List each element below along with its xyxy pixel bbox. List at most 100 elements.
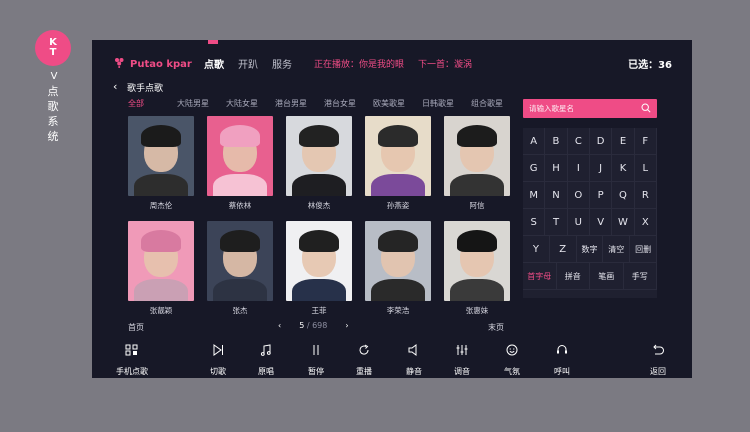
tool-label: 原唱 xyxy=(258,367,274,376)
keyboard-key[interactable]: G xyxy=(523,155,546,182)
singer-card[interactable]: 蔡依林 xyxy=(207,116,273,211)
skip-song-button[interactable]: 切歌 xyxy=(210,344,226,378)
category-tab[interactable]: 日韩歌星 xyxy=(422,98,471,109)
singer-name: 张杰 xyxy=(232,306,248,315)
category-tab[interactable]: 港台女星 xyxy=(324,98,373,109)
keyboard-key[interactable]: K xyxy=(612,155,635,182)
singer-card[interactable]: 阿信 xyxy=(444,116,510,211)
return-button[interactable]: 返回 xyxy=(650,344,666,378)
badge-letter-t: T xyxy=(49,47,57,58)
search-icon[interactable] xyxy=(641,103,651,113)
call-service-button[interactable]: 呼叫 xyxy=(554,344,570,378)
tool-label: 呼叫 xyxy=(554,367,570,376)
keyboard-key[interactable]: P xyxy=(589,182,613,209)
keyboard-key[interactable]: H xyxy=(545,155,568,182)
back-arrow-icon[interactable]: ‹ xyxy=(113,80,117,93)
mute-button[interactable]: 静音 xyxy=(406,344,422,378)
singer-name: 孙燕姿 xyxy=(386,201,410,210)
keyboard-key[interactable]: 笔画 xyxy=(590,263,624,290)
keyboard-key[interactable]: D xyxy=(589,128,613,155)
singer-card[interactable]: 孙燕姿 xyxy=(365,116,431,211)
now-playing-text: 正在播放：你是我的眼 xyxy=(314,60,405,70)
tune-icon xyxy=(456,345,468,355)
keyboard-key[interactable]: 拼音 xyxy=(556,263,590,290)
current-page: 5 xyxy=(299,321,305,330)
keyboard-key[interactable]: B xyxy=(545,128,568,155)
keyboard-row: ABCDEF xyxy=(523,128,657,155)
atmosphere-button[interactable]: 气氛 xyxy=(504,344,520,378)
keyboard-row: STUVWX xyxy=(523,209,657,236)
singer-card[interactable]: 王菲 xyxy=(286,221,352,316)
singer-search-box xyxy=(523,99,657,118)
singer-card[interactable]: 周杰伦 xyxy=(128,116,194,211)
page-indicator: 5 / 698 xyxy=(299,321,327,330)
last-page-button[interactable]: 末页 xyxy=(488,322,504,333)
next-page-icon[interactable]: › xyxy=(345,321,348,330)
side-char: 统 xyxy=(47,130,59,143)
selected-count[interactable]: 已选：36 xyxy=(628,56,672,71)
atmosphere-icon xyxy=(506,344,518,356)
category-tabs: 全部 大陆男星 大陆女星 港台男星 港台女星 欧美歌星 日韩歌星 组合歌星 xyxy=(128,98,520,109)
keyboard-key[interactable]: A xyxy=(523,128,546,155)
keyboard-key[interactable]: Y xyxy=(523,236,550,263)
pause-icon xyxy=(313,345,319,355)
keyboard-key[interactable]: 手写 xyxy=(623,263,657,290)
keyboard-key[interactable]: 首字母 xyxy=(523,263,557,290)
keyboard-key[interactable]: T xyxy=(545,209,568,236)
pagination: ‹ 5 / 698 › xyxy=(278,321,349,330)
side-title: 点 歌 系 统 xyxy=(44,84,62,144)
tool-label: 重播 xyxy=(356,367,372,376)
singer-photo xyxy=(286,116,352,196)
replay-button[interactable]: 重播 xyxy=(356,344,372,378)
keyboard-key[interactable]: R xyxy=(634,182,657,209)
category-tab[interactable]: 组合歌星 xyxy=(471,98,520,109)
keyboard-key[interactable]: 清空 xyxy=(603,236,631,263)
keyboard-key[interactable]: W xyxy=(612,209,635,236)
keyboard-key[interactable]: E xyxy=(612,128,635,155)
prev-page-icon[interactable]: ‹ xyxy=(278,321,281,330)
category-tab[interactable]: 港台男星 xyxy=(275,98,324,109)
grape-icon xyxy=(114,57,125,71)
tune-button[interactable]: 调音 xyxy=(454,344,470,378)
pause-button[interactable]: 暂停 xyxy=(308,344,324,378)
keyboard-key[interactable]: S xyxy=(523,209,546,236)
nav-active-indicator xyxy=(208,40,218,44)
original-vocal-button[interactable]: 原唱 xyxy=(258,344,274,378)
phone-order-button[interactable]: 手机点歌 xyxy=(116,344,148,378)
keyboard-key[interactable]: M xyxy=(523,182,546,209)
keyboard-key[interactable]: X xyxy=(634,209,657,236)
keyboard-key[interactable]: N xyxy=(545,182,568,209)
singer-grid: 周杰伦 蔡依林 林俊杰 孙燕姿 阿信张靓颖 张杰 王菲 李荣浩 张惠妹 xyxy=(128,116,510,316)
category-tab[interactable]: 欧美歌星 xyxy=(373,98,422,109)
keyboard-key[interactable]: L xyxy=(634,155,657,182)
keyboard-key[interactable]: Q xyxy=(612,182,635,209)
singer-card[interactable]: 林俊杰 xyxy=(286,116,352,211)
category-tab[interactable]: 全部 xyxy=(128,98,177,109)
singer-card[interactable]: 张杰 xyxy=(207,221,273,316)
keyboard-key[interactable]: C xyxy=(567,128,590,155)
first-page-button[interactable]: 首页 xyxy=(128,322,144,333)
keyboard-key[interactable]: F xyxy=(634,128,657,155)
keyboard-key[interactable]: V xyxy=(589,209,613,236)
category-tab[interactable]: 大陆女星 xyxy=(226,98,275,109)
keyboard-key[interactable]: J xyxy=(589,155,613,182)
nav-tab-party[interactable]: 开趴 xyxy=(238,56,258,71)
side-letter-v: V xyxy=(50,71,58,82)
nav-tab-order[interactable]: 点歌 xyxy=(204,56,224,71)
singer-search-input[interactable] xyxy=(529,102,639,115)
bottom-toolbar: 手机点歌 切歌 原唱 暂停 重播 静音 调音 气氛 呼叫 返回 xyxy=(92,340,692,378)
singer-card[interactable]: 张靓颖 xyxy=(128,221,194,316)
app-logo: Putao kpar xyxy=(114,57,192,71)
keyboard-key[interactable]: 数字 xyxy=(576,236,604,263)
singer-photo xyxy=(207,221,273,301)
singer-card[interactable]: 张惠妹 xyxy=(444,221,510,316)
category-tab[interactable]: 大陆男星 xyxy=(177,98,226,109)
keyboard-key[interactable]: U xyxy=(567,209,590,236)
keyboard-key[interactable]: O xyxy=(567,182,590,209)
singer-card[interactable]: 李荣浩 xyxy=(365,221,431,316)
singer-photo xyxy=(128,116,194,196)
nav-tab-service[interactable]: 服务 xyxy=(272,56,292,71)
keyboard-key[interactable]: I xyxy=(567,155,590,182)
keyboard-key[interactable]: 回删 xyxy=(630,236,657,263)
keyboard-key[interactable]: Z xyxy=(549,236,577,263)
